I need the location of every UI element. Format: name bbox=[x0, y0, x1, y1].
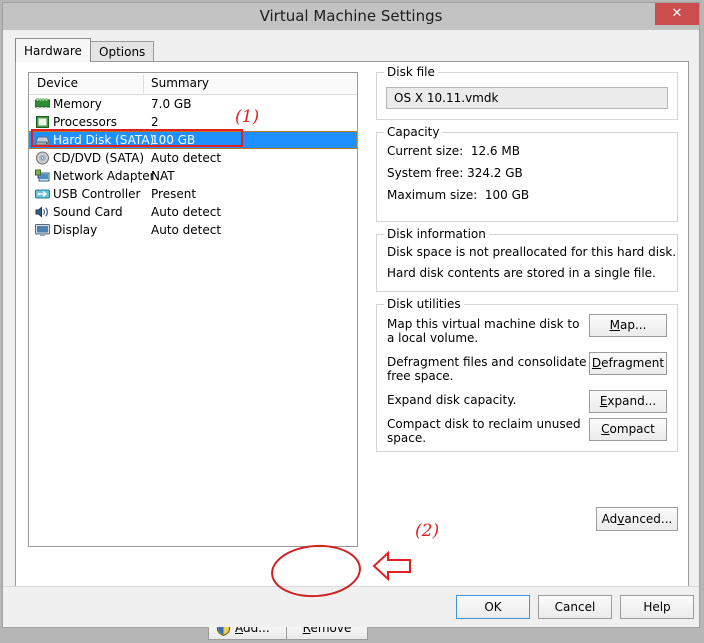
device-row-usb-controller[interactable]: USB Controller Present bbox=[29, 185, 357, 203]
memory-icon bbox=[34, 97, 51, 111]
close-icon[interactable]: ✕ bbox=[655, 3, 699, 25]
device-summary: 100 GB bbox=[151, 133, 196, 147]
dialog-footer: OK Cancel Help bbox=[3, 586, 699, 627]
disk-file-group: Disk file OS X 10.11.vmdk bbox=[376, 65, 678, 120]
disk-utility-text-map: Map this virtual machine disk to a local… bbox=[387, 317, 580, 345]
disk-file-value[interactable]: OS X 10.11.vmdk bbox=[386, 87, 668, 109]
device-list-header: Device Summary bbox=[29, 73, 357, 95]
capacity-group-title: Capacity bbox=[384, 125, 443, 139]
device-name: Network Adapter bbox=[53, 169, 155, 183]
device-summary: 2 bbox=[151, 115, 159, 129]
capacity-group: Capacity Current size: 12.6 MB System fr… bbox=[376, 125, 678, 222]
disk-file-group-title: Disk file bbox=[384, 65, 438, 79]
disk-information-group-title: Disk information bbox=[384, 227, 489, 241]
hard-disk-icon bbox=[35, 133, 50, 147]
disk-utility-text-expand: Expand disk capacity. bbox=[387, 393, 517, 407]
cancel-button[interactable]: Cancel bbox=[538, 595, 612, 619]
column-header-summary: Summary bbox=[151, 76, 209, 90]
display-icon bbox=[35, 223, 50, 237]
device-row-display[interactable]: Display Auto detect bbox=[29, 221, 357, 239]
cd-dvd-icon bbox=[35, 151, 50, 165]
capacity-system-free: System free: 324.2 GB bbox=[387, 166, 523, 180]
map-button[interactable]: Map... bbox=[589, 314, 667, 337]
device-summary: Auto detect bbox=[151, 151, 222, 165]
processors-icon bbox=[35, 115, 50, 129]
device-rows: Memory 7.0 GB Processors 2 Hard Disk (SATA) 1… bbox=[29, 95, 357, 239]
disk-information-group: Disk information Disk space is not preal… bbox=[376, 227, 678, 292]
sound-card-icon bbox=[35, 205, 50, 219]
disk-utilities-group-title: Disk utilities bbox=[384, 297, 464, 311]
device-list[interactable]: Device Summary Memory 7.0 GB Processors 2 Ha… bbox=[28, 72, 358, 547]
capacity-current-size: Current size: 12.6 MB bbox=[387, 144, 520, 158]
disk-information-line-2: Hard disk contents are stored in a singl… bbox=[387, 266, 656, 280]
device-summary: Auto detect bbox=[151, 205, 222, 219]
device-name: Sound Card bbox=[53, 205, 123, 219]
device-name: Memory bbox=[53, 97, 102, 111]
window-title: Virtual Machine Settings bbox=[259, 7, 443, 25]
device-name: CD/DVD (SATA) bbox=[53, 151, 145, 165]
defragment-button[interactable]: Defragment bbox=[589, 352, 667, 375]
tab-options[interactable]: Options bbox=[90, 41, 155, 62]
device-summary: 7.0 GB bbox=[151, 97, 192, 111]
hardware-panel: Device Summary Memory 7.0 GB Processors 2 Ha… bbox=[15, 61, 689, 640]
device-row-sound-card[interactable]: Sound Card Auto detect bbox=[29, 203, 357, 221]
capacity-maximum-size: Maximum size: 100 GB bbox=[387, 188, 530, 202]
network-adapter-icon bbox=[35, 169, 50, 183]
device-summary: Auto detect bbox=[151, 223, 222, 237]
device-summary: Present bbox=[151, 187, 197, 201]
tab-hardware[interactable]: Hardware bbox=[15, 38, 91, 62]
compact-button[interactable]: Compact bbox=[589, 418, 667, 441]
device-name: USB Controller bbox=[53, 187, 141, 201]
expand-button[interactable]: Expand... bbox=[589, 390, 667, 413]
disk-utilities-group: Disk utilities Map this virtual machine … bbox=[376, 297, 678, 452]
tab-strip: Hardware Options bbox=[15, 38, 689, 62]
device-name: Hard Disk (SATA) bbox=[53, 133, 155, 147]
advanced-button[interactable]: Advanced... bbox=[596, 507, 678, 531]
ok-button[interactable]: OK bbox=[456, 595, 530, 619]
device-row-network-adapter[interactable]: Network Adapter NAT bbox=[29, 167, 357, 185]
device-summary: NAT bbox=[151, 169, 175, 183]
device-name: Display bbox=[53, 223, 98, 237]
help-button[interactable]: Help bbox=[620, 595, 694, 619]
device-row-processors[interactable]: Processors 2 bbox=[29, 113, 357, 131]
column-header-device: Device bbox=[37, 76, 79, 90]
disk-utility-text-defragment: Defragment files and consolidate free sp… bbox=[387, 355, 587, 383]
device-row-cd-dvd-sata[interactable]: CD/DVD (SATA) Auto detect bbox=[29, 149, 357, 167]
virtual-machine-settings-window: Virtual Machine Settings ✕ Hardware Opti… bbox=[2, 2, 700, 640]
device-row-hard-disk-sata[interactable]: Hard Disk (SATA) 100 GB bbox=[29, 131, 357, 149]
usb-controller-icon bbox=[35, 187, 50, 201]
device-name: Processors bbox=[53, 115, 118, 129]
disk-utility-text-compact: Compact disk to reclaim unused space. bbox=[387, 417, 581, 445]
title-bar: Virtual Machine Settings ✕ bbox=[3, 3, 699, 30]
column-divider bbox=[143, 75, 144, 93]
device-row-memory[interactable]: Memory 7.0 GB bbox=[29, 95, 357, 113]
disk-information-line-1: Disk space is not preallocated for this … bbox=[387, 245, 677, 259]
